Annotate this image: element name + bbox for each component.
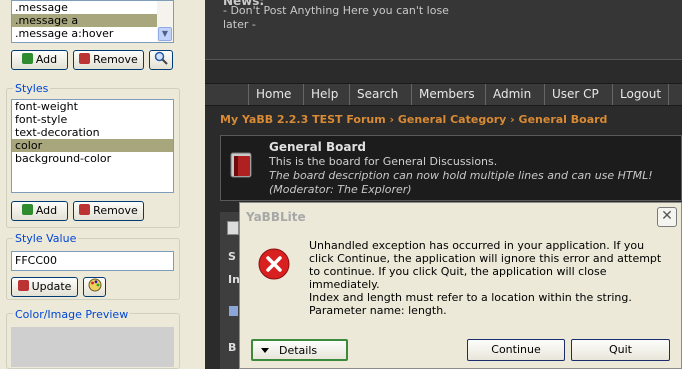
board-description: This is the board for General Discussion…	[269, 155, 498, 168]
news-area: News: - Don't Post Anything Here you can…	[205, 0, 682, 60]
class-list-item[interactable]: .message	[12, 1, 173, 14]
update-icon	[17, 280, 29, 291]
board-description-2: The board description can now hold multi…	[269, 169, 653, 182]
nav-help[interactable]: Help	[303, 84, 338, 105]
dialog-titlebar[interactable]: YaBBLite ✕	[240, 203, 681, 229]
palette-icon	[88, 278, 101, 292]
style-editor-panel: .message .message a .message a:hover ▼ A…	[0, 0, 182, 369]
nav-user-cp[interactable]: User CP	[544, 84, 599, 105]
remove-class-button[interactable]: Remove	[73, 50, 144, 70]
scroll-down-arrow-icon[interactable]: ▼	[158, 27, 172, 41]
class-list[interactable]: .message .message a .message a:hover ▼	[11, 0, 174, 43]
search-button[interactable]	[149, 50, 173, 70]
breadcrumb[interactable]: My YaBB 2.2.3 TEST Forum › General Categ…	[220, 113, 607, 126]
continue-button[interactable]: Continue	[467, 339, 565, 361]
nav-search[interactable]: Search	[349, 84, 398, 105]
remove-icon	[79, 53, 91, 64]
quit-button[interactable]: Quit	[571, 339, 670, 361]
close-icon[interactable]: ✕	[657, 207, 677, 227]
style-list-item-selected[interactable]: color	[12, 139, 173, 152]
board-folder-icon	[230, 152, 252, 178]
style-list-item[interactable]: font-style	[12, 113, 173, 126]
style-list-item[interactable]: font-weight	[12, 100, 173, 113]
update-button[interactable]: Update	[11, 277, 78, 297]
expand-arrow-icon	[261, 348, 269, 353]
dialog-title: YaBBLite	[246, 210, 306, 224]
style-value-label: Style Value	[13, 232, 79, 245]
error-message: Unhandled exception has occurred in your…	[309, 239, 662, 291]
nav-logout[interactable]: Logout	[612, 84, 670, 105]
error-icon	[258, 248, 290, 280]
styles-label: Styles	[13, 82, 51, 95]
color-picker-button[interactable]	[83, 277, 106, 297]
add-icon	[21, 53, 33, 64]
add-icon	[21, 204, 33, 215]
error-dialog: YaBBLite ✕ Unhandled exception has occur…	[239, 202, 682, 369]
remove-icon	[79, 204, 91, 215]
style-list-item[interactable]: background-color	[12, 152, 173, 165]
add-style-button[interactable]: Add	[11, 201, 68, 221]
nav-home[interactable]: Home	[248, 84, 291, 105]
details-button[interactable]: Details	[251, 339, 348, 361]
add-class-button[interactable]: Add	[11, 50, 68, 70]
page-icon	[227, 221, 239, 235]
error-parameter: Parameter name: length.	[309, 304, 447, 317]
board-moderator[interactable]: (Moderator: The Explorer)	[269, 183, 412, 196]
nav-members[interactable]: Members	[411, 84, 475, 105]
forum-navbar: Home Help Search Members Admin User CP L…	[205, 83, 682, 106]
board-name: General Board	[269, 140, 366, 154]
magnifier-icon	[154, 51, 168, 65]
style-list-item[interactable]: text-decoration	[12, 126, 173, 139]
styles-list[interactable]: font-weight font-style text-decoration c…	[11, 99, 174, 193]
error-detail: Index and length must refer to a locatio…	[309, 291, 632, 304]
remove-style-button[interactable]: Remove	[73, 201, 144, 221]
row-icon	[229, 306, 238, 316]
class-list-item[interactable]: .message a:hover	[12, 27, 173, 40]
class-list-scrollbar[interactable]: ▼	[157, 1, 173, 42]
board-header: General Board This is the board for Gene…	[220, 135, 682, 201]
preview-label: Color/Image Preview	[13, 308, 131, 321]
nav-admin[interactable]: Admin	[485, 84, 531, 105]
class-list-item-selected[interactable]: .message a	[12, 14, 173, 27]
news-text: - Don't Post Anything Here you can't los…	[223, 4, 449, 31]
color-preview-box	[11, 327, 174, 367]
style-value-input[interactable]: FFCC00	[11, 251, 174, 271]
